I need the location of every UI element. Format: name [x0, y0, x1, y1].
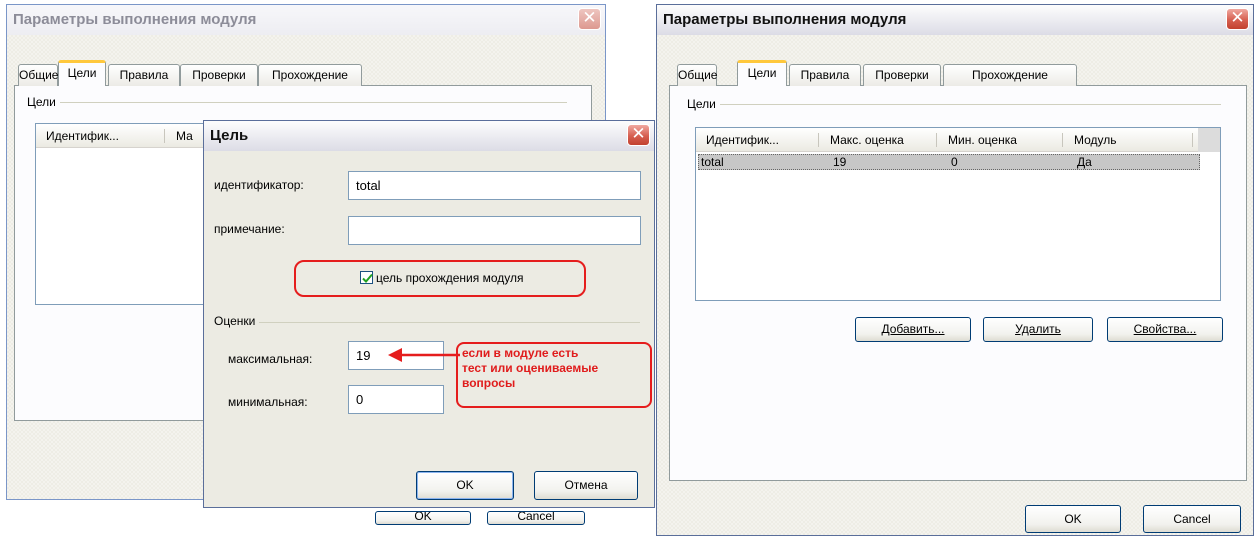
main-tab-checks[interactable]: Проверки [863, 64, 941, 86]
annotation-note: если в модуле есть тест или оцениваемые … [456, 342, 652, 408]
cell-min: 0 [951, 155, 958, 169]
goal-dialog-title[interactable]: Цель [204, 121, 654, 151]
back-col-separator [164, 129, 165, 143]
goal-ok-button[interactable]: OK [416, 471, 514, 500]
main-col-id[interactable]: Идентифик... [696, 128, 779, 152]
main-col-separator-1 [818, 133, 819, 147]
id-field[interactable]: total [348, 171, 641, 200]
main-window-title[interactable]: Параметры выполнения модуля [657, 5, 1253, 35]
back-tab-goals[interactable]: Цели [58, 60, 106, 86]
back-cancel-button[interactable]: Cancel [487, 511, 585, 525]
main-group-label: Цели [687, 97, 720, 111]
delete-button-label: Удалить [1015, 322, 1061, 336]
cell-id: total [701, 155, 724, 169]
scores-group-label: Оценки [214, 314, 260, 328]
checkmark-icon [362, 273, 373, 283]
main-group-line [687, 104, 1221, 105]
main-col-min[interactable]: Мин. оценка [938, 128, 1017, 152]
back-ok-button[interactable]: OK [375, 511, 471, 525]
main-list-header: Идентифик... Макс. оценка Мин. оценка Мо… [696, 128, 1198, 152]
delete-button[interactable]: Удалить [983, 317, 1093, 342]
add-button-label: Добавить... [881, 322, 945, 336]
main-tab-completion[interactable]: Прохождение [943, 64, 1077, 86]
annotation-line-1: если в модуле есть [462, 346, 579, 360]
add-button[interactable]: Добавить... [855, 317, 971, 342]
back-tab-rules[interactable]: Правила [108, 64, 180, 86]
goal-dialog-close-icon[interactable]: ✕ [627, 124, 650, 146]
note-field[interactable] [348, 216, 641, 245]
properties-button-label: Свойства... [1133, 322, 1197, 336]
main-ok-button[interactable]: OK [1025, 505, 1121, 533]
goal-completion-label[interactable]: цель прохождения модуля [376, 271, 523, 285]
main-col-separator-3 [1062, 133, 1063, 147]
goal-completion-checkbox[interactable] [360, 271, 373, 284]
scores-group-line [214, 322, 640, 323]
cell-module: Да [1077, 155, 1092, 169]
main-tab-general[interactable]: Общие [677, 64, 717, 86]
back-group-line [27, 102, 567, 103]
back-col-id[interactable]: Идентифик... [36, 124, 119, 148]
cell-max: 19 [833, 155, 847, 169]
main-window-close-icon[interactable]: ✕ [1226, 8, 1249, 30]
max-score-label: максимальная: [228, 352, 313, 366]
main-window-client: Общие Цели Правила Проверки Прохождение … [657, 35, 1253, 535]
back-col-max[interactable]: Ма [166, 124, 193, 148]
back-window-close-icon[interactable]: ✕ [578, 8, 601, 30]
id-label: идентификатор: [214, 178, 304, 192]
annotation-arrow-icon [388, 348, 460, 362]
table-row[interactable]: total 19 0 Да [698, 154, 1200, 170]
back-window-title[interactable]: Параметры выполнения модуля [7, 5, 605, 35]
note-label: примечание: [214, 222, 285, 236]
list-header-filler [1198, 128, 1220, 152]
annotation-line-2: тест или оцениваемые [462, 361, 599, 375]
properties-button[interactable]: Свойства... [1107, 317, 1223, 342]
main-col-module[interactable]: Модуль [1064, 128, 1117, 152]
main-tab-goals[interactable]: Цели [737, 60, 787, 86]
goal-dialog-client: идентификатор: total примечание: цель пр… [204, 151, 654, 507]
back-tab-checks[interactable]: Проверки [180, 64, 258, 86]
main-col-separator-4 [1192, 133, 1193, 147]
main-col-separator-2 [936, 133, 937, 147]
main-col-max[interactable]: Макс. оценка [820, 128, 904, 152]
goal-cancel-button[interactable]: Отмена [534, 471, 638, 500]
main-window: Параметры выполнения модуля ✕ Общие Цели… [656, 4, 1254, 536]
back-tab-general[interactable]: Общие [18, 64, 58, 86]
back-tab-completion[interactable]: Прохождение [258, 64, 362, 86]
main-tab-rules[interactable]: Правила [789, 64, 861, 86]
annotation-line-3: вопросы [462, 376, 516, 390]
goal-dialog: Цель ✕ идентификатор: total примечание: … [203, 120, 655, 508]
min-score-field[interactable]: 0 [348, 385, 444, 414]
main-cancel-button[interactable]: Cancel [1143, 505, 1241, 533]
min-score-label: минимальная: [228, 395, 308, 409]
back-group-label: Цели [27, 95, 60, 109]
main-goals-list[interactable]: Идентифик... Макс. оценка Мин. оценка Мо… [695, 127, 1221, 301]
